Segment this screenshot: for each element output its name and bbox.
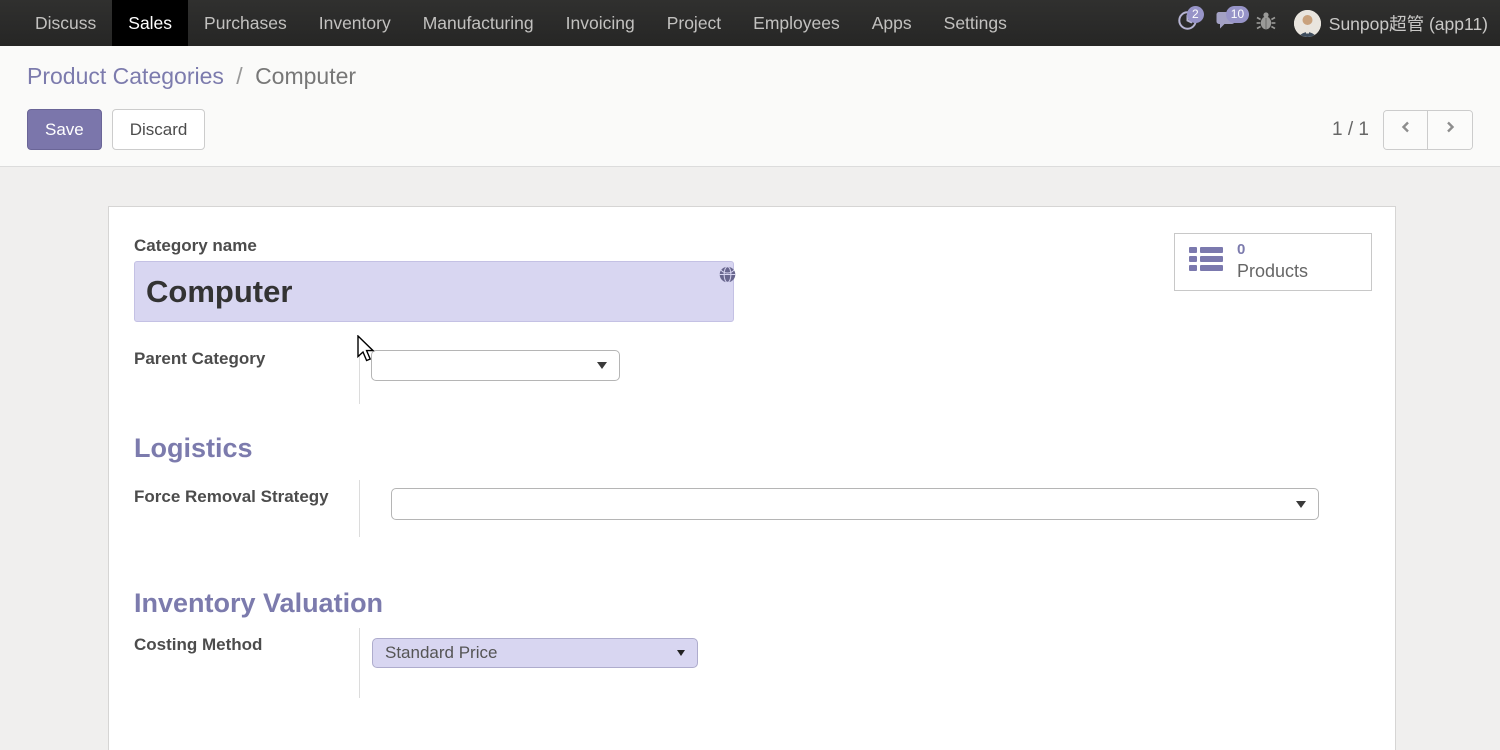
chevron-left-icon — [1399, 120, 1413, 139]
products-count: 0 — [1237, 241, 1308, 260]
nav-item-employees[interactable]: Employees — [737, 0, 856, 46]
breadcrumb-current: Computer — [255, 63, 356, 89]
activity-count-badge: 2 — [1187, 6, 1204, 23]
chevron-down-icon — [1296, 501, 1306, 508]
breadcrumb-parent-link[interactable]: Product Categories — [27, 63, 224, 89]
debug-menu-button[interactable] — [1256, 10, 1276, 37]
force-removal-strategy-select[interactable] — [391, 488, 1319, 520]
nav-item-invoicing[interactable]: Invoicing — [550, 0, 651, 46]
control-panel: Product Categories / Computer Save Disca… — [0, 46, 1500, 167]
content-area: Category name Parent Category Logistics … — [0, 167, 1500, 744]
products-label: Products — [1237, 260, 1308, 283]
breadcrumb-separator: / — [236, 63, 242, 89]
costing-method-value: Standard Price — [385, 643, 497, 663]
parent-category-select[interactable] — [371, 350, 620, 381]
pager: 1 / 1 — [1332, 110, 1473, 150]
user-name: Sunpop超管 (app11) — [1329, 11, 1488, 36]
globe-icon[interactable] — [719, 266, 736, 288]
messages-count-badge: 10 — [1226, 6, 1249, 23]
field-separator — [359, 628, 360, 698]
discard-button[interactable]: Discard — [112, 109, 206, 150]
bug-icon — [1256, 10, 1276, 37]
systray: 2 10 — [1177, 0, 1500, 46]
nav-item-manufacturing[interactable]: Manufacturing — [407, 0, 550, 46]
category-name-input[interactable] — [134, 261, 734, 322]
pager-previous-button[interactable] — [1384, 111, 1428, 149]
actions-row: Save Discard 1 / 1 — [27, 109, 1473, 150]
pager-next-button[interactable] — [1428, 111, 1472, 149]
pager-buttons — [1383, 110, 1473, 150]
nav-item-project[interactable]: Project — [651, 0, 737, 46]
messages-menu-button[interactable]: 10 — [1216, 10, 1238, 36]
costing-method-select[interactable]: Standard Price — [372, 638, 698, 668]
nav-item-sales[interactable]: Sales — [112, 0, 188, 46]
form-sheet: Category name Parent Category Logistics … — [108, 206, 1396, 750]
avatar — [1294, 10, 1321, 37]
save-button[interactable]: Save — [27, 109, 102, 150]
user-menu-button[interactable]: Sunpop超管 (app11) — [1294, 10, 1492, 37]
main-menu: Discuss Sales Purchases Inventory Manufa… — [0, 0, 1023, 46]
chevron-down-icon — [677, 650, 685, 656]
chevron-right-icon — [1443, 120, 1457, 139]
nav-item-settings[interactable]: Settings — [928, 0, 1023, 46]
logistics-section-heading: Logistics — [134, 433, 253, 464]
parent-category-label: Parent Category — [134, 349, 265, 369]
inventory-valuation-section-heading: Inventory Valuation — [134, 588, 383, 619]
top-navbar: Discuss Sales Purchases Inventory Manufa… — [0, 0, 1500, 46]
products-smart-button[interactable]: 0 Products — [1174, 233, 1372, 291]
costing-method-label: Costing Method — [134, 635, 262, 655]
nav-item-purchases[interactable]: Purchases — [188, 0, 303, 46]
breadcrumb: Product Categories / Computer — [27, 63, 1473, 90]
nav-item-inventory[interactable]: Inventory — [303, 0, 407, 46]
nav-item-apps[interactable]: Apps — [856, 0, 928, 46]
chevron-down-icon — [597, 362, 607, 369]
list-icon — [1189, 246, 1224, 278]
field-separator — [359, 342, 360, 404]
category-name-label: Category name — [134, 236, 257, 256]
field-separator — [359, 480, 360, 537]
force-removal-strategy-label: Force Removal Strategy — [134, 487, 329, 507]
activity-menu-button[interactable]: 2 — [1177, 10, 1198, 36]
nav-item-discuss[interactable]: Discuss — [19, 0, 112, 46]
pager-value: 1 / 1 — [1332, 119, 1369, 141]
